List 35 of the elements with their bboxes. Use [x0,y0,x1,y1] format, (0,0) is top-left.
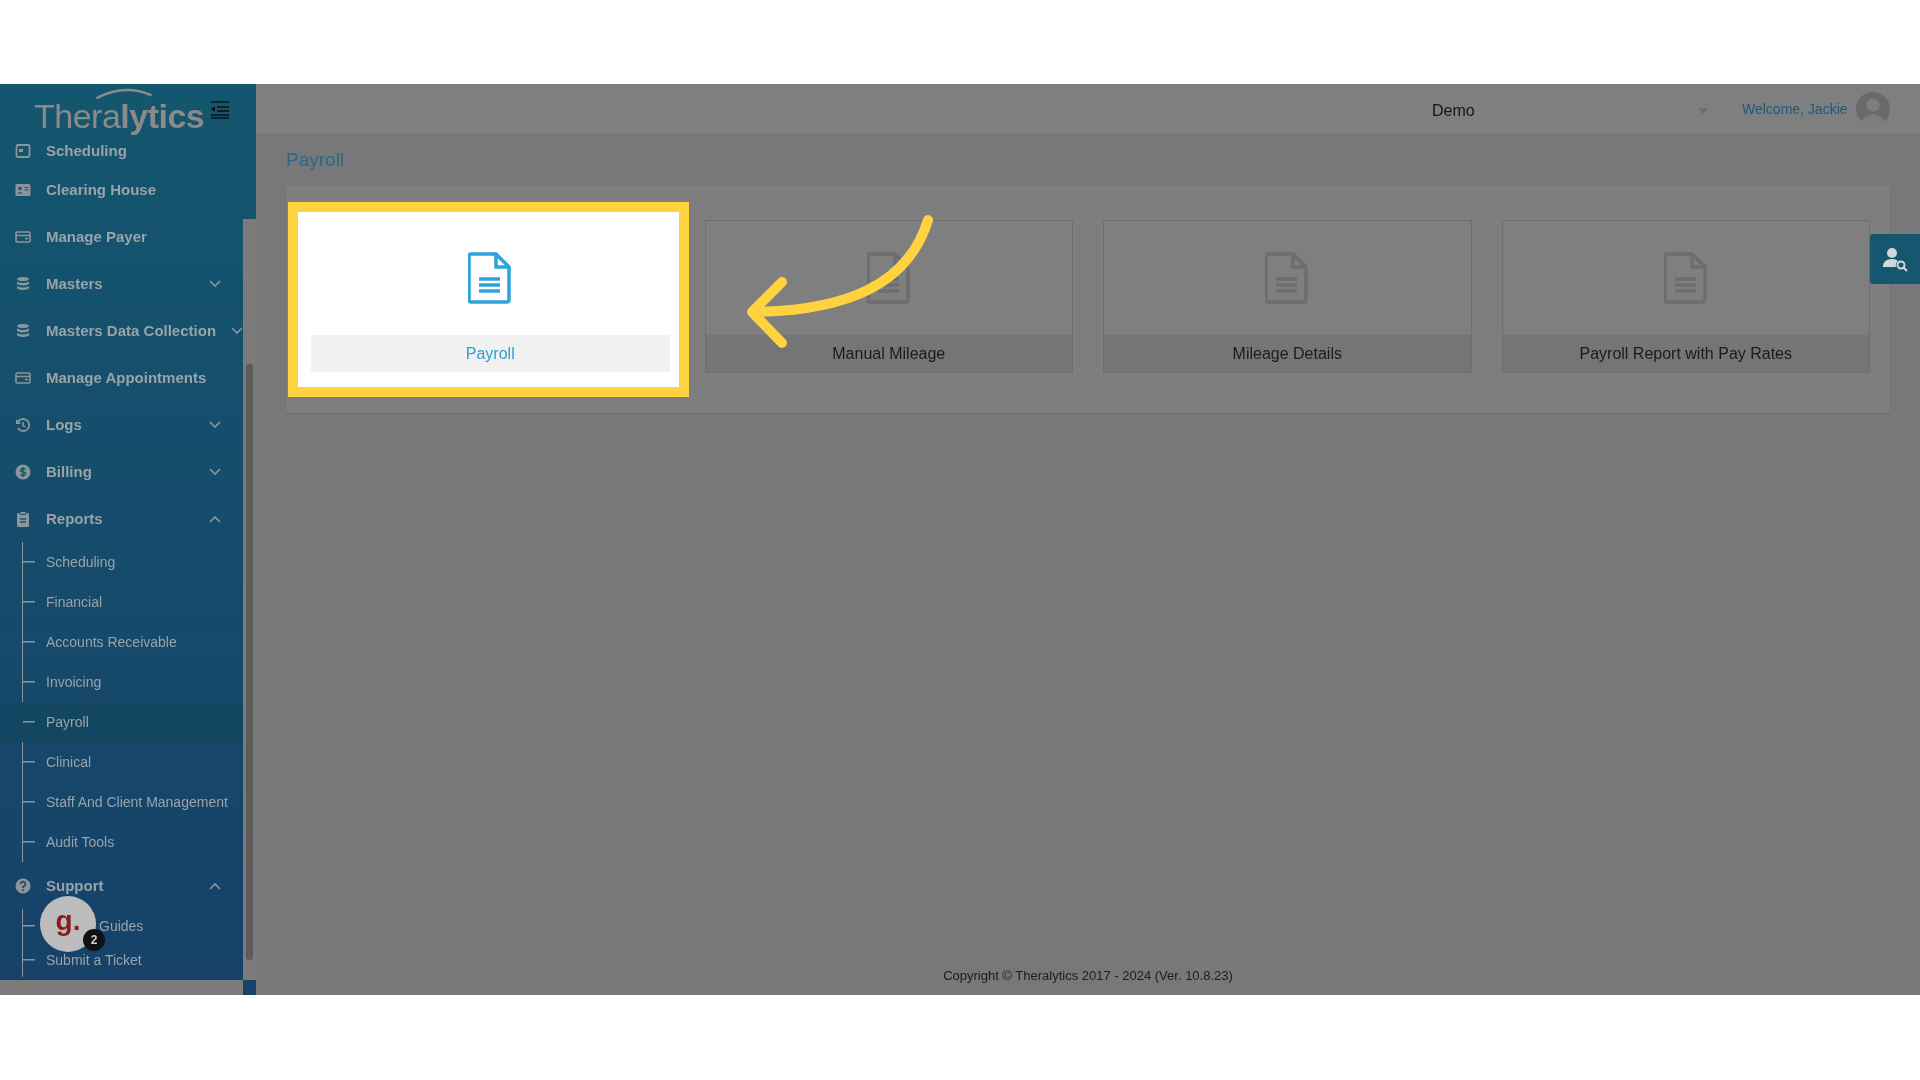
sidebar-item[interactable]: Masters [0,260,241,307]
report-card[interactable]: Manual Mileage [704,220,1073,373]
sidebar-item[interactable]: Manage Appointments [0,354,241,401]
sidebar-item[interactable]: Reports [0,495,241,542]
db-icon [15,275,31,292]
report-card[interactable]: Payroll Report with Pay Rates [1501,220,1870,373]
organization-dropdown[interactable]: Demo [1432,98,1708,120]
scrollbar[interactable] [243,219,256,980]
document-icon [866,252,911,304]
report-card[interactable]: Mileage Details [1103,220,1472,373]
user-search-button[interactable] [1870,234,1920,284]
idcard-icon [15,181,31,198]
sidebar-item[interactable]: Clearing House [0,166,241,213]
page-title: Payroll [286,149,346,172]
dollar-icon [15,463,31,480]
scrollbar[interactable] [0,980,243,995]
menu-collapse-icon[interactable] [210,100,230,119]
clipboard-icon [15,510,31,527]
sidebar-item[interactable]: Manage Payer [0,213,241,260]
copyright-text: Copyright © Theralytics 2017 - 2024 (Ver. 10.8.23) [942,968,1234,983]
history-icon [15,416,31,433]
sidebar-item[interactable]: Billing [0,448,241,495]
sidebar-item[interactable]: Logs [0,401,241,448]
sidebar-item[interactable]: Scheduling [0,135,241,166]
sidebar-item[interactable]: Masters Data Collection [0,307,241,354]
db-icon [15,322,31,339]
card-icon [15,369,31,386]
calendar-icon [15,142,31,159]
logo: Theralytics [34,98,205,133]
help-icon [15,877,31,894]
welcome-link[interactable]: Welcome, Jackie [1742,101,1848,117]
user-search-icon [1882,246,1908,272]
card-icon [15,228,31,245]
document-icon [468,252,513,304]
sidebar-subitem[interactable]: Payroll [1,702,241,742]
